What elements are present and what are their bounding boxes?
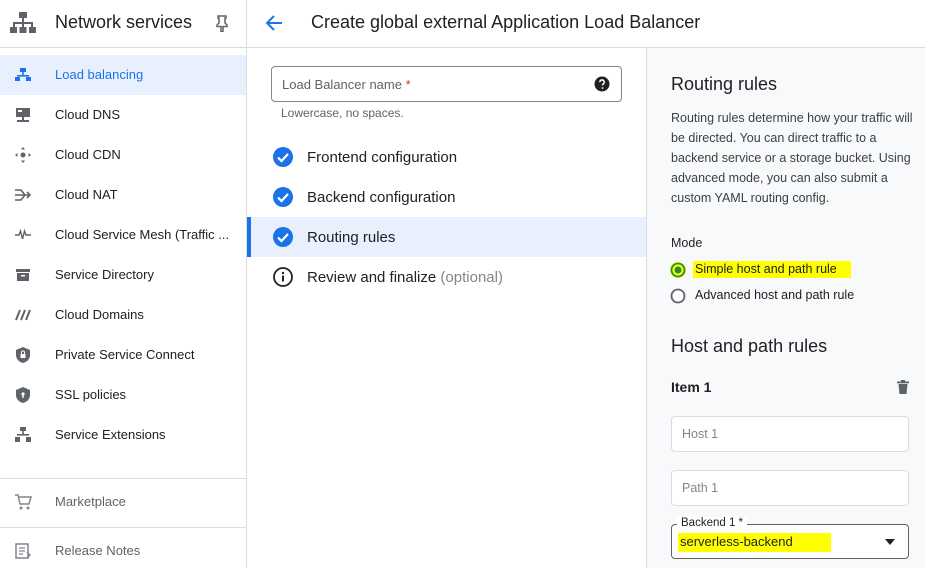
sidebar-title: Network services [55, 12, 193, 32]
sidebar-item-label: Marketplace [55, 494, 126, 509]
sidebar-item-label: Service Extensions [55, 427, 166, 442]
backend-select[interactable]: Backend 1 * serverless-backend [671, 517, 909, 559]
nat-icon [15, 189, 32, 201]
load-balancer-name-field[interactable]: Load Balancer name * [271, 66, 622, 102]
info-icon [273, 267, 293, 287]
network-services-icon [10, 12, 36, 33]
check-circle-icon [273, 147, 293, 167]
sidebar-item-cloud-dns[interactable]: Cloud DNS [0, 95, 246, 135]
mode-label: Mode [671, 236, 703, 250]
sidebar-item-release-notes[interactable]: Release Notes [0, 531, 246, 568]
shield-lock-icon [16, 347, 30, 363]
check-circle-icon [273, 187, 293, 207]
release-notes-icon [15, 543, 31, 559]
dropdown-caret-icon [885, 539, 895, 545]
back-arrow-icon[interactable] [264, 13, 284, 33]
host-path-rules-title: Host and path rules [671, 336, 828, 356]
active-step-indicator [247, 217, 251, 257]
radio-unselected-icon [670, 288, 686, 304]
check-circle-icon [273, 227, 293, 247]
sidebar-divider [0, 527, 246, 528]
sidebar-item-cloud-domains[interactable]: Cloud Domains [0, 295, 246, 335]
path-input[interactable]: Path 1 [671, 470, 909, 506]
step-backend-configuration[interactable]: Backend configuration [247, 177, 646, 217]
sidebar-header: Network services [0, 0, 246, 48]
step-frontend-configuration[interactable]: Frontend configuration [247, 137, 646, 177]
step-routing-rules[interactable]: Routing rules [247, 217, 646, 257]
sidebar-item-load-balancing[interactable]: Load balancing [0, 55, 246, 95]
sidebar-item-label: Release Notes [55, 543, 141, 558]
sidebar-item-label: Service Directory [55, 267, 154, 282]
host-input[interactable]: Host 1 [671, 416, 909, 452]
host-placeholder: Host 1 [682, 427, 719, 441]
step-label: Review and finalize (optional) [307, 269, 503, 286]
domains-icon [15, 309, 31, 321]
name-hint: Lowercase, no spaces. [281, 106, 404, 120]
optional-suffix: (optional) [440, 269, 503, 286]
service-mesh-icon [15, 228, 31, 240]
sidebar: Network services Load balancing Cloud DN… [0, 0, 247, 568]
required-mark: * [405, 77, 411, 92]
sidebar-item-label: Cloud NAT [55, 187, 118, 202]
path-placeholder: Path 1 [682, 481, 719, 495]
sidebar-item-cloud-cdn[interactable]: Cloud CDN [0, 135, 246, 175]
sidebar-item-label: Cloud CDN [55, 147, 121, 162]
load-balancing-icon [15, 68, 31, 81]
sidebar-item-label: Private Service Connect [55, 347, 195, 362]
item-title: Item 1 [671, 379, 712, 395]
step-review-and-finalize[interactable]: Review and finalize (optional) [247, 257, 646, 297]
sidebar-item-label: Cloud Service Mesh (Traffic ... [55, 227, 230, 242]
step-label: Backend configuration [307, 189, 456, 206]
sidebar-item-ssl-policies[interactable]: SSL policies [0, 375, 246, 415]
sidebar-item-private-service-connect[interactable]: Private Service Connect [0, 335, 246, 375]
sidebar-item-label: Cloud DNS [55, 107, 121, 122]
sidebar-item-service-extensions[interactable]: Service Extensions [0, 415, 246, 455]
backend-label: Backend 1 * [677, 517, 748, 529]
step-label-text: Review and finalize [307, 269, 437, 286]
sidebar-item-service-directory[interactable]: Service Directory [0, 255, 246, 295]
highlight: Simple host and path rule [693, 261, 851, 278]
cart-icon [15, 494, 32, 510]
delete-icon[interactable] [895, 379, 911, 395]
page-header: Create global external Application Load … [247, 0, 925, 48]
page-title: Create global external Application Load … [311, 12, 701, 32]
step-label: Frontend configuration [307, 149, 458, 166]
step-label: Routing rules [307, 229, 396, 246]
sidebar-item-cloud-service-mesh[interactable]: Cloud Service Mesh (Traffic ... [0, 215, 246, 255]
highlight: serverless-backend [678, 533, 831, 552]
sidebar-item-marketplace[interactable]: Marketplace [0, 482, 246, 522]
service-directory-icon [16, 269, 30, 281]
sidebar-item-label: SSL policies [55, 387, 127, 402]
service-extensions-icon [15, 427, 31, 442]
shield-icon [16, 387, 30, 403]
load-balancer-name-placeholder: Load Balancer name * [282, 77, 411, 92]
pin-icon[interactable] [213, 14, 231, 32]
sidebar-item-label: Load balancing [55, 67, 144, 82]
help-icon[interactable] [594, 76, 610, 92]
sidebar-item-cloud-nat[interactable]: Cloud NAT [0, 175, 246, 215]
routing-rules-description: Routing rules determine how your traffic… [671, 111, 913, 205]
routing-rules-title: Routing rules [671, 74, 778, 94]
radio-label: Advanced host and path rule [695, 288, 855, 302]
sidebar-divider [0, 478, 246, 479]
cdn-icon [15, 147, 31, 163]
radio-selected-icon [670, 262, 686, 278]
placeholder-text: Load Balancer name [282, 77, 402, 92]
dns-icon [16, 108, 30, 122]
radio-label: Simple host and path rule [693, 261, 851, 278]
backend-value: serverless-backend [678, 533, 831, 552]
sidebar-item-label: Cloud Domains [55, 307, 144, 322]
